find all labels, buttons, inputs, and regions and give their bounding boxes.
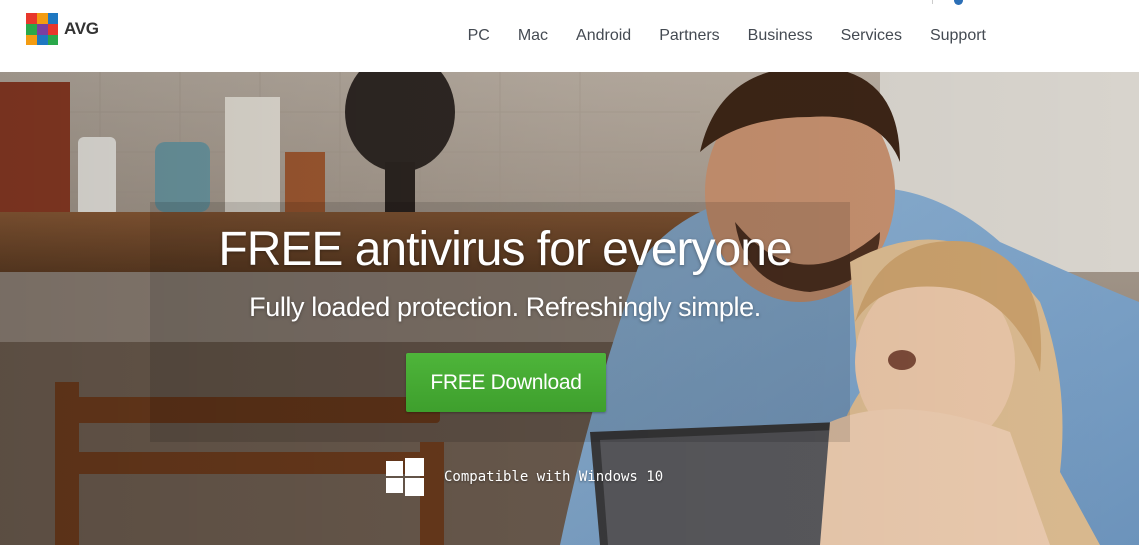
nav-support[interactable]: Support (930, 24, 986, 48)
utility-divider (932, 0, 933, 4)
nav-pc[interactable]: PC (468, 24, 490, 48)
main-nav: PC Mac Android Partners Business Service… (440, 24, 986, 48)
avg-logo[interactable]: AVG (26, 13, 99, 47)
site-header: AVG PC Mac Android Partners Business Ser… (0, 0, 1139, 72)
nav-services[interactable]: Services (841, 24, 902, 48)
windows-logo-icon (386, 458, 424, 496)
hero-title: FREE antivirus for everyone (218, 223, 792, 276)
nav-business[interactable]: Business (748, 24, 813, 48)
nav-partners[interactable]: Partners (659, 24, 719, 48)
logo-text: AVG (64, 19, 99, 38)
nav-android[interactable]: Android (576, 24, 631, 48)
hero-subtitle: Fully loaded protection. Refreshingly si… (249, 292, 761, 322)
hero-banner: FREE antivirus for everyone Fully loaded… (0, 72, 1139, 545)
avg-logo-icon (26, 13, 58, 45)
globe-icon[interactable] (954, 0, 963, 5)
free-download-button[interactable]: FREE Download (406, 353, 606, 412)
windows-compatibility: Compatible with Windows 10 (386, 458, 663, 496)
nav-mac[interactable]: Mac (518, 24, 548, 48)
compatibility-text: Compatible with Windows 10 (444, 469, 664, 485)
top-utility-bar (774, 0, 974, 6)
